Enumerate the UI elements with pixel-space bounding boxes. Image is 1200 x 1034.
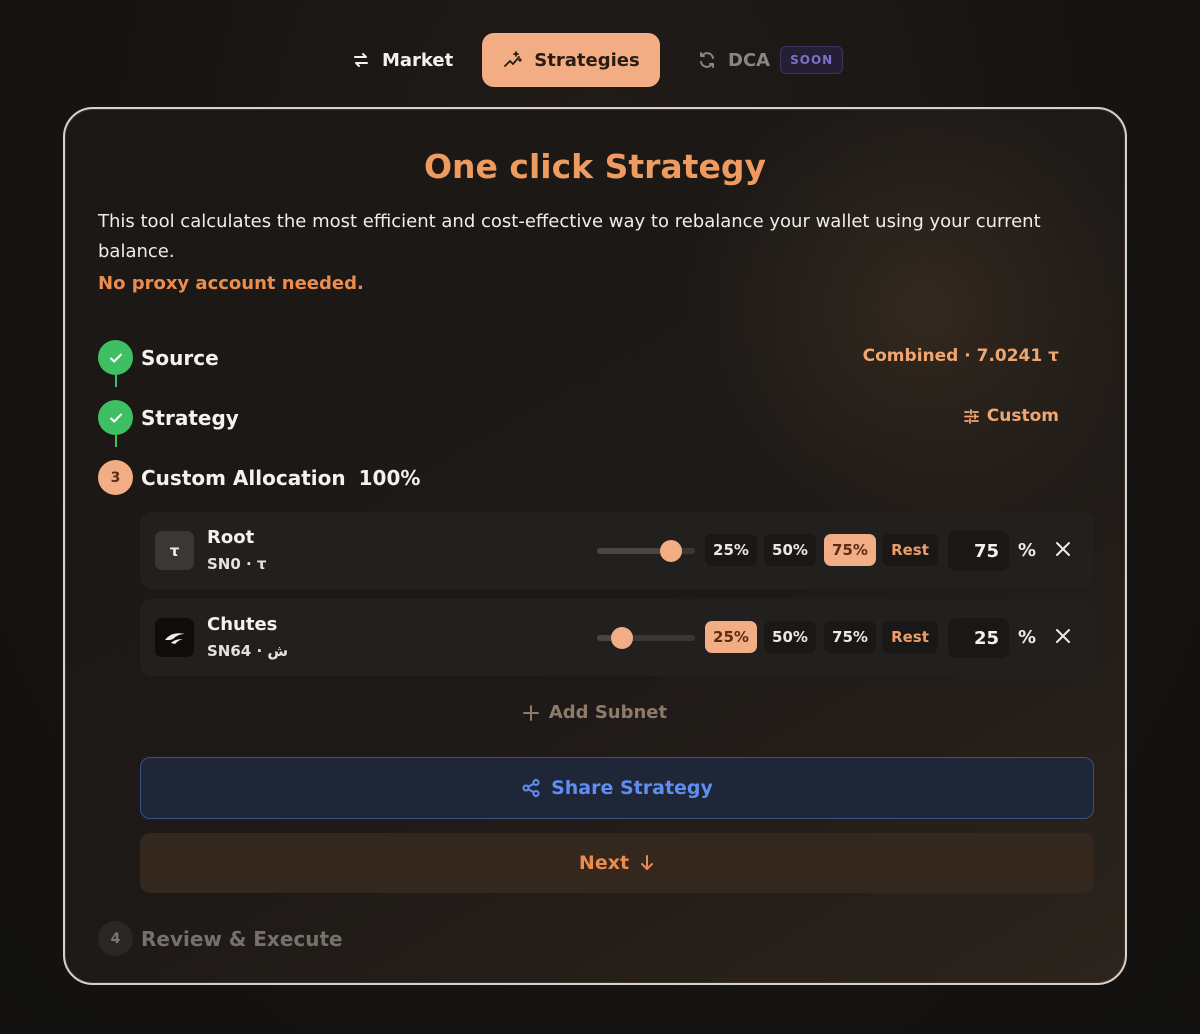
step-strategy[interactable]: Strategy: [98, 400, 239, 435]
preset-50-button[interactable]: 50%: [764, 621, 816, 653]
preset-rest-button[interactable]: Rest: [882, 534, 938, 566]
subnet-id: SN64 · ش: [207, 642, 289, 660]
tab-strategies[interactable]: Strategies: [482, 33, 660, 87]
step-allocation-label: Custom Allocation: [141, 465, 346, 490]
preset-25-button[interactable]: 25%: [705, 534, 757, 566]
tab-market[interactable]: Market: [340, 33, 460, 87]
step-strategy-label: Strategy: [141, 405, 239, 430]
preset-25-button[interactable]: 25%: [705, 621, 757, 653]
subnet-icon: τ: [155, 531, 194, 570]
add-subnet-label: Add Subnet: [548, 702, 668, 723]
subnet-name: Chutes: [207, 614, 278, 635]
allocation-slider[interactable]: [597, 627, 695, 649]
page-title: One click Strategy: [424, 147, 766, 186]
check-icon: [98, 400, 133, 435]
strategy-summary[interactable]: Custom: [963, 406, 1059, 426]
preset-75-button[interactable]: 75%: [824, 621, 876, 653]
subnet-id: SN0 · τ: [207, 555, 267, 573]
check-icon: [98, 340, 133, 375]
percent-input[interactable]: 75: [948, 531, 1009, 571]
refresh-icon: [696, 49, 718, 71]
allocation-slider[interactable]: [597, 540, 695, 562]
soon-badge: SOON: [780, 46, 844, 74]
slider-thumb[interactable]: [610, 627, 633, 649]
step-review-label: Review & Execute: [141, 926, 343, 951]
step-custom-allocation: 3 Custom Allocation 100%: [98, 460, 420, 495]
share-strategy-button[interactable]: Share Strategy: [140, 757, 1094, 819]
preset-rest-button[interactable]: Rest: [882, 621, 938, 653]
step-number: 3: [98, 460, 133, 495]
remove-icon[interactable]: [1054, 627, 1072, 645]
step-number: 4: [98, 921, 133, 956]
chutes-logo-icon: [155, 618, 194, 657]
percent-unit: %: [1018, 540, 1037, 561]
next-label: Next: [578, 852, 630, 874]
description-text: This tool calculates the most efficient …: [98, 211, 1041, 262]
step-source[interactable]: Source: [98, 340, 219, 375]
share-icon: [521, 778, 541, 798]
slider-thumb[interactable]: [659, 540, 682, 562]
strategy-card: One click Strategy This tool calculates …: [63, 107, 1127, 985]
source-summary[interactable]: Combined · 7.0241 τ: [863, 346, 1059, 366]
tab-dca[interactable]: DCA SOON: [690, 33, 850, 87]
allocation-row-root: τ Root SN0 · τ 25% 50% 75% Rest 75 %: [140, 512, 1094, 589]
next-button[interactable]: Next: [140, 833, 1094, 893]
remove-icon[interactable]: [1054, 540, 1072, 558]
preset-50-button[interactable]: 50%: [764, 534, 816, 566]
sliders-icon: [963, 408, 980, 425]
tab-strategies-label: Strategies: [534, 49, 640, 71]
allocation-row-chutes: Chutes SN64 · ش 25% 50% 75% Rest 25 %: [140, 599, 1094, 676]
percent-unit: %: [1018, 627, 1037, 648]
no-proxy-notice: No proxy account needed.: [98, 273, 364, 294]
allocation-total: 100%: [358, 465, 421, 490]
share-strategy-label: Share Strategy: [551, 777, 713, 799]
add-subnet-button[interactable]: Add Subnet: [65, 702, 1125, 723]
arrow-down-icon: [639, 854, 655, 872]
tab-dca-label: DCA: [728, 49, 771, 71]
subnet-name: Root: [207, 527, 255, 548]
step-review-execute: 4 Review & Execute: [98, 921, 343, 956]
strategy-summary-label: Custom: [986, 406, 1059, 426]
plus-icon: [522, 704, 539, 721]
swap-arrows-icon: [350, 49, 372, 71]
step-connector: [115, 435, 117, 447]
tab-market-label: Market: [382, 49, 454, 71]
step-source-label: Source: [141, 345, 219, 370]
top-nav: Market Strategies DCA SOON: [0, 33, 1200, 87]
preset-75-button[interactable]: 75%: [824, 534, 876, 566]
percent-input[interactable]: 25: [948, 618, 1009, 658]
step-connector: [115, 375, 117, 387]
sparkle-chart-icon: [502, 49, 524, 71]
